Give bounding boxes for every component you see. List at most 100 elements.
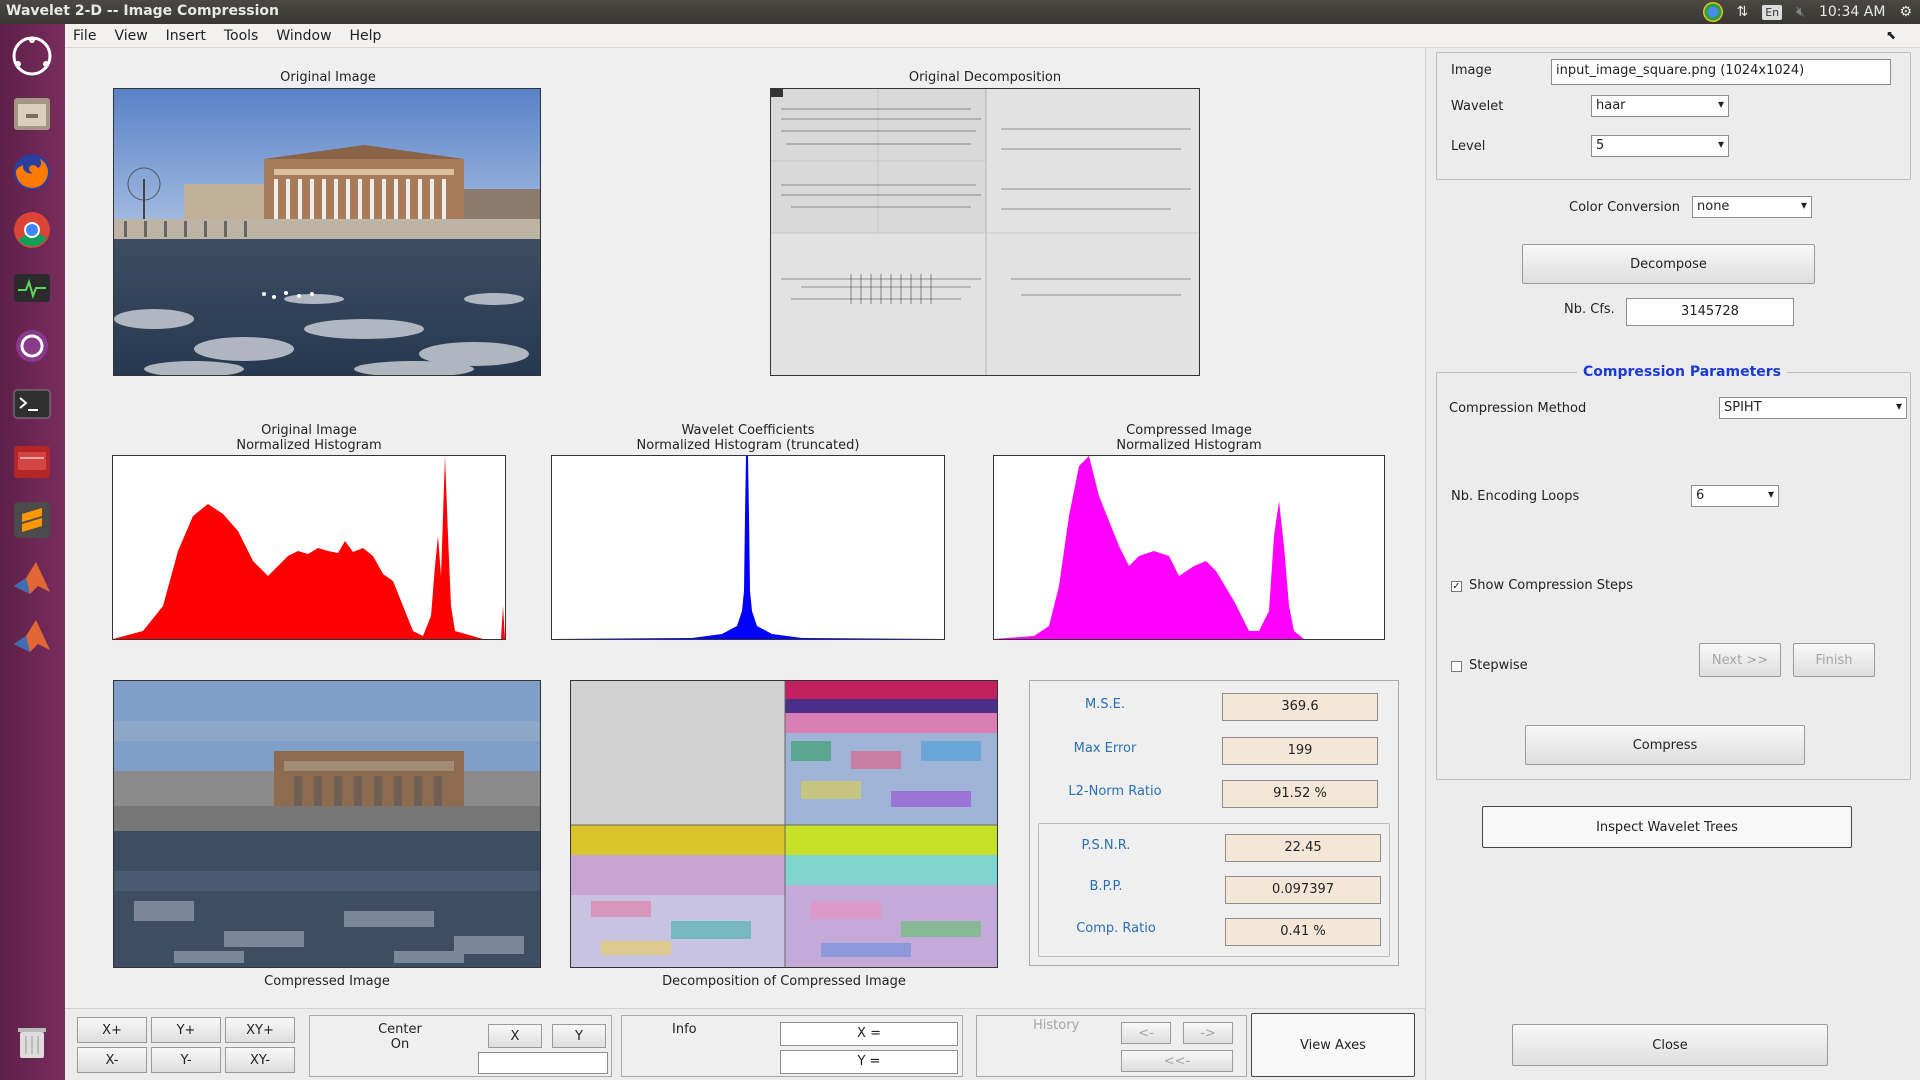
clock[interactable]: 10:34 AM — [1819, 4, 1885, 20]
original-image-caption: Original Image — [280, 70, 376, 85]
compression-parameters-title: Compression Parameters — [1577, 364, 1788, 380]
decomposition-compressed-image[interactable] — [570, 680, 998, 968]
menu-view[interactable]: View — [114, 28, 147, 44]
mse-label: M.S.E. — [1084, 697, 1126, 712]
view-axes-button[interactable]: View Axes — [1251, 1013, 1415, 1077]
menu-help[interactable]: Help — [350, 28, 382, 44]
mse-value: 369.6 — [1222, 693, 1378, 721]
y-minus-button[interactable]: Y- — [151, 1047, 221, 1073]
history-label: History — [1033, 1018, 1080, 1033]
image-settings-frame: Image input_image_square.png (1024x1024)… — [1436, 52, 1911, 180]
matlab-icon[interactable] — [6, 610, 58, 662]
xy-minus-button[interactable]: XY- — [225, 1047, 295, 1073]
level-label: Level — [1451, 139, 1486, 154]
center-on-label: Center On — [378, 1022, 422, 1052]
bpp-value: 0.097397 — [1225, 876, 1381, 904]
x-plus-button[interactable]: X+ — [77, 1017, 147, 1043]
network-icon[interactable]: ⇅ — [1737, 4, 1749, 20]
chrome-icon[interactable] — [6, 204, 58, 256]
info-x-field: X = — [780, 1022, 958, 1046]
show-compression-steps-checkbox[interactable]: ✓ — [1451, 581, 1462, 592]
terminal-icon[interactable] — [6, 378, 58, 430]
color-conversion-select[interactable]: none — [1692, 196, 1812, 218]
matlab-icon[interactable] — [6, 552, 58, 604]
compression-parameters-frame: Compression Parameters Compression Metho… — [1436, 364, 1911, 780]
system-monitor-icon[interactable] — [6, 262, 58, 314]
trash-icon[interactable] — [6, 1016, 58, 1068]
launcher — [0, 24, 65, 1080]
xy-plus-button[interactable]: XY+ — [225, 1017, 295, 1043]
menu-file[interactable]: File — [73, 28, 96, 44]
hist-compressed-plot[interactable] — [993, 455, 1385, 640]
hist-wavelet-caption: Wavelet Coefficients Normalized Histogra… — [636, 423, 860, 453]
center-y-button[interactable]: Y — [552, 1024, 606, 1048]
compressed-image-caption: Compressed Image — [264, 974, 390, 989]
menu-insert[interactable]: Insert — [166, 28, 206, 44]
history-panel: History <- -> <<- — [976, 1015, 1247, 1077]
finish-button[interactable]: Finish — [1793, 643, 1875, 677]
menu-tools[interactable]: Tools — [224, 28, 259, 44]
image-file-field[interactable]: input_image_square.png (1024x1024) — [1551, 59, 1891, 85]
chrome-status-icon[interactable] — [1702, 2, 1723, 22]
close-button[interactable]: Close — [1512, 1024, 1828, 1066]
hist-original-plot[interactable] — [112, 455, 506, 640]
window-title: Wavelet 2-D -- Image Compression — [6, 3, 279, 19]
stepwise-label: Stepwise — [1469, 658, 1528, 673]
center-value-field[interactable] — [478, 1052, 608, 1074]
compressed-image[interactable] — [113, 680, 541, 968]
psnr-value: 22.45 — [1225, 834, 1381, 862]
nb-cfs-value: 3145728 — [1626, 298, 1794, 326]
comp-ratio-label: Comp. Ratio — [1076, 921, 1156, 936]
keyboard-layout-indicator[interactable]: En — [1762, 4, 1783, 20]
figure-area: Original Image Original Decomposition Or… — [65, 48, 1425, 1008]
max-error-label: Max Error — [1073, 741, 1137, 756]
original-image[interactable] — [113, 88, 541, 376]
wavelet-select[interactable]: haar — [1591, 95, 1729, 117]
nb-encoding-loops-label: Nb. Encoding Loops — [1451, 489, 1580, 504]
level-select[interactable]: 5 — [1591, 135, 1729, 157]
firefox-icon[interactable] — [6, 146, 58, 198]
compress-button[interactable]: Compress — [1525, 725, 1805, 765]
info-y-field: Y = — [780, 1050, 958, 1074]
original-decomposition-image[interactable] — [770, 88, 1200, 376]
stepwise-checkbox[interactable] — [1451, 661, 1462, 672]
control-panel: Image input_image_square.png (1024x1024)… — [1425, 48, 1920, 1080]
inspect-wavelet-trees-button[interactable]: Inspect Wavelet Trees — [1482, 806, 1852, 848]
hist-wavelet-plot[interactable] — [551, 455, 945, 640]
wavelet-label: Wavelet — [1451, 99, 1504, 114]
stats-panel: M.S.E. 369.6 Max Error 199 L2-Norm Ratio… — [1029, 680, 1399, 966]
resize-icon[interactable]: ⬉ — [1886, 28, 1896, 42]
gear-icon[interactable]: ⚙ — [1899, 4, 1912, 20]
system-top-bar: Wavelet 2-D -- Image Compression ⇅ En 🔇︎… — [0, 0, 1920, 24]
psnr-label: P.S.N.R. — [1081, 838, 1131, 853]
history-back-button[interactable]: <- — [1121, 1022, 1171, 1044]
info-panel: Info X = Y = — [621, 1015, 963, 1077]
ubuntu-icon[interactable] — [6, 30, 58, 82]
hist-compressed-caption: Compressed Image Normalized Histogram — [1116, 423, 1262, 453]
info-label: Info — [672, 1022, 697, 1037]
bpp-label: B.P.P. — [1089, 879, 1123, 894]
system-tray: ⇅ En 🔇︎ 10:34 AM ⚙ — [1702, 2, 1912, 22]
compression-method-select[interactable]: SPIHT — [1719, 397, 1907, 419]
nb-encoding-loops-select[interactable]: 6 — [1691, 485, 1779, 507]
comp-ratio-value: 0.41 % — [1225, 918, 1381, 946]
settings-icon[interactable] — [6, 320, 58, 372]
max-error-value: 199 — [1222, 737, 1378, 765]
y-plus-button[interactable]: Y+ — [151, 1017, 221, 1043]
history-first-button[interactable]: <<- — [1121, 1050, 1233, 1072]
axes-toolbar: X+ Y+ XY+ X- Y- XY- Center On X Y Info X… — [65, 1008, 1425, 1080]
menu-window[interactable]: Window — [276, 28, 331, 44]
menu-bar: File View Insert Tools Window Help ⬉ — [65, 24, 1920, 48]
files-icon[interactable] — [6, 88, 58, 140]
psnr-frame: P.S.N.R. 22.45 B.P.P. 0.097397 Comp. Rat… — [1038, 823, 1390, 957]
next-button[interactable]: Next >> — [1699, 643, 1781, 677]
presentation-icon[interactable] — [6, 436, 58, 488]
center-x-button[interactable]: X — [488, 1024, 542, 1048]
hist-original-caption: Original Image Normalized Histogram — [236, 423, 382, 453]
volume-muted-icon[interactable]: 🔇︎ — [1796, 4, 1805, 20]
decompose-button[interactable]: Decompose — [1522, 244, 1815, 284]
nb-cfs-label: Nb. Cfs. — [1564, 302, 1615, 317]
history-forward-button[interactable]: -> — [1183, 1022, 1233, 1044]
sublime-icon[interactable] — [6, 494, 58, 546]
x-minus-button[interactable]: X- — [77, 1047, 147, 1073]
